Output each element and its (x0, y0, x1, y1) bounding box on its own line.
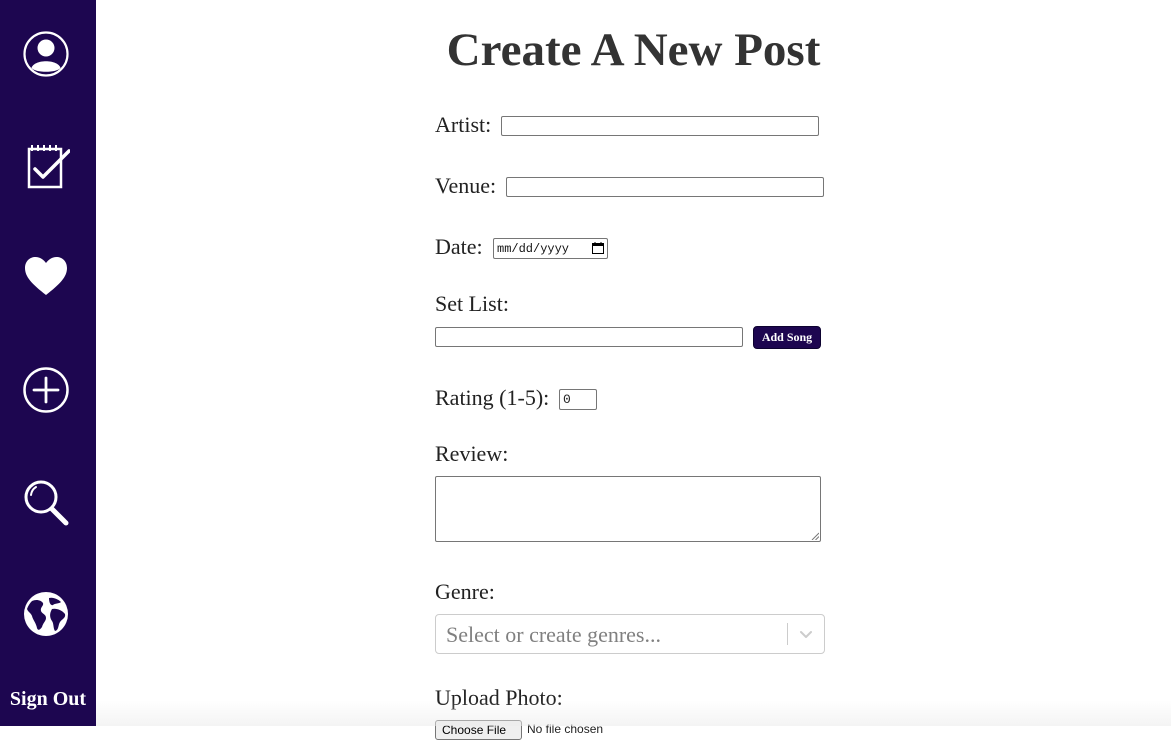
rating-label: Rating (1-5): (435, 385, 550, 410)
globe-icon[interactable] (22, 590, 70, 638)
calendar-icon[interactable] (592, 242, 604, 254)
search-icon[interactable] (22, 478, 70, 526)
genre-placeholder: Select or create genres... (446, 622, 661, 647)
rating-input[interactable]: 0 (559, 389, 597, 410)
add-song-button[interactable]: Add Song (753, 326, 821, 349)
checklist-icon[interactable] (22, 142, 70, 190)
venue-label: Venue: (435, 173, 497, 198)
upload-photo-label: Upload Photo: (435, 685, 563, 710)
date-placeholder: mm/dd/yyyy (497, 241, 570, 256)
review-label: Review: (435, 441, 509, 466)
sidebar: Sign Out (0, 0, 96, 726)
date-label: Date: (435, 234, 483, 259)
date-input[interactable]: mm/dd/yyyy (493, 238, 608, 259)
artist-input[interactable] (501, 116, 819, 136)
choose-file-button[interactable]: Choose File (435, 720, 522, 740)
add-circle-icon[interactable] (22, 366, 70, 414)
chevron-down-icon[interactable] (797, 625, 815, 643)
setlist-song-input[interactable] (435, 327, 743, 347)
profile-icon[interactable] (22, 30, 70, 78)
venue-input[interactable] (506, 177, 824, 197)
setlist-label: Set List: (435, 291, 509, 316)
page-title: Create A New Post (446, 24, 821, 76)
sign-out-button[interactable]: Sign Out (0, 688, 96, 711)
heart-icon[interactable] (22, 253, 70, 301)
resize-grip-icon[interactable] (811, 532, 819, 540)
file-status: No file chosen (527, 722, 604, 736)
genre-label: Genre: (435, 579, 495, 604)
create-post-form: Create A New Post Artist: Venue: Date: m… (96, 0, 1171, 740)
review-textarea[interactable] (435, 476, 821, 542)
artist-label: Artist: (435, 112, 492, 137)
genre-separator (787, 623, 788, 645)
genre-select[interactable]: Select or create genres... (435, 614, 825, 654)
